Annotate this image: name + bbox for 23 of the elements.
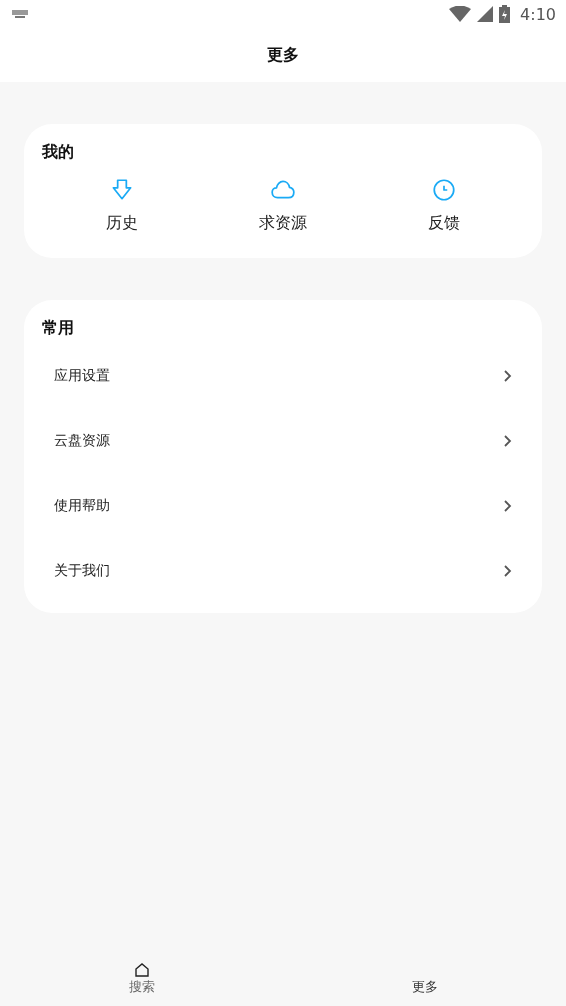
battery-charging-icon bbox=[499, 5, 511, 23]
menu-item-label[interactable]: 关于我们 bbox=[54, 561, 110, 580]
chevron-right-icon[interactable] bbox=[502, 563, 512, 578]
page-title: 更多 bbox=[267, 44, 299, 66]
shortcut-label[interactable]: 求资源 bbox=[259, 213, 307, 234]
home-icon bbox=[133, 962, 150, 978]
shortcut-label[interactable]: 历史 bbox=[106, 213, 139, 234]
clock-icon bbox=[430, 177, 457, 203]
wifi-icon bbox=[449, 6, 472, 22]
nav-tab[interactable]: 搜索 bbox=[128, 978, 155, 996]
section-title: 常用 bbox=[42, 318, 75, 339]
signal-icon bbox=[477, 6, 494, 22]
chevron-right-icon[interactable] bbox=[502, 498, 512, 513]
nav-tab[interactable]: 更多 bbox=[411, 978, 438, 996]
menu-item-label[interactable]: 云盘资源 bbox=[54, 431, 110, 450]
menu-item-label[interactable]: 使用帮助 bbox=[54, 496, 110, 515]
shortcut-label[interactable]: 反馈 bbox=[427, 213, 460, 234]
keyboard-icon bbox=[12, 10, 28, 18]
status-time: 4:10 bbox=[520, 4, 556, 24]
chevron-right-icon[interactable] bbox=[502, 368, 512, 383]
section-title: 我的 bbox=[42, 142, 75, 163]
menu-item-label[interactable]: 应用设置 bbox=[54, 366, 110, 385]
chevron-right-icon[interactable] bbox=[502, 433, 512, 448]
